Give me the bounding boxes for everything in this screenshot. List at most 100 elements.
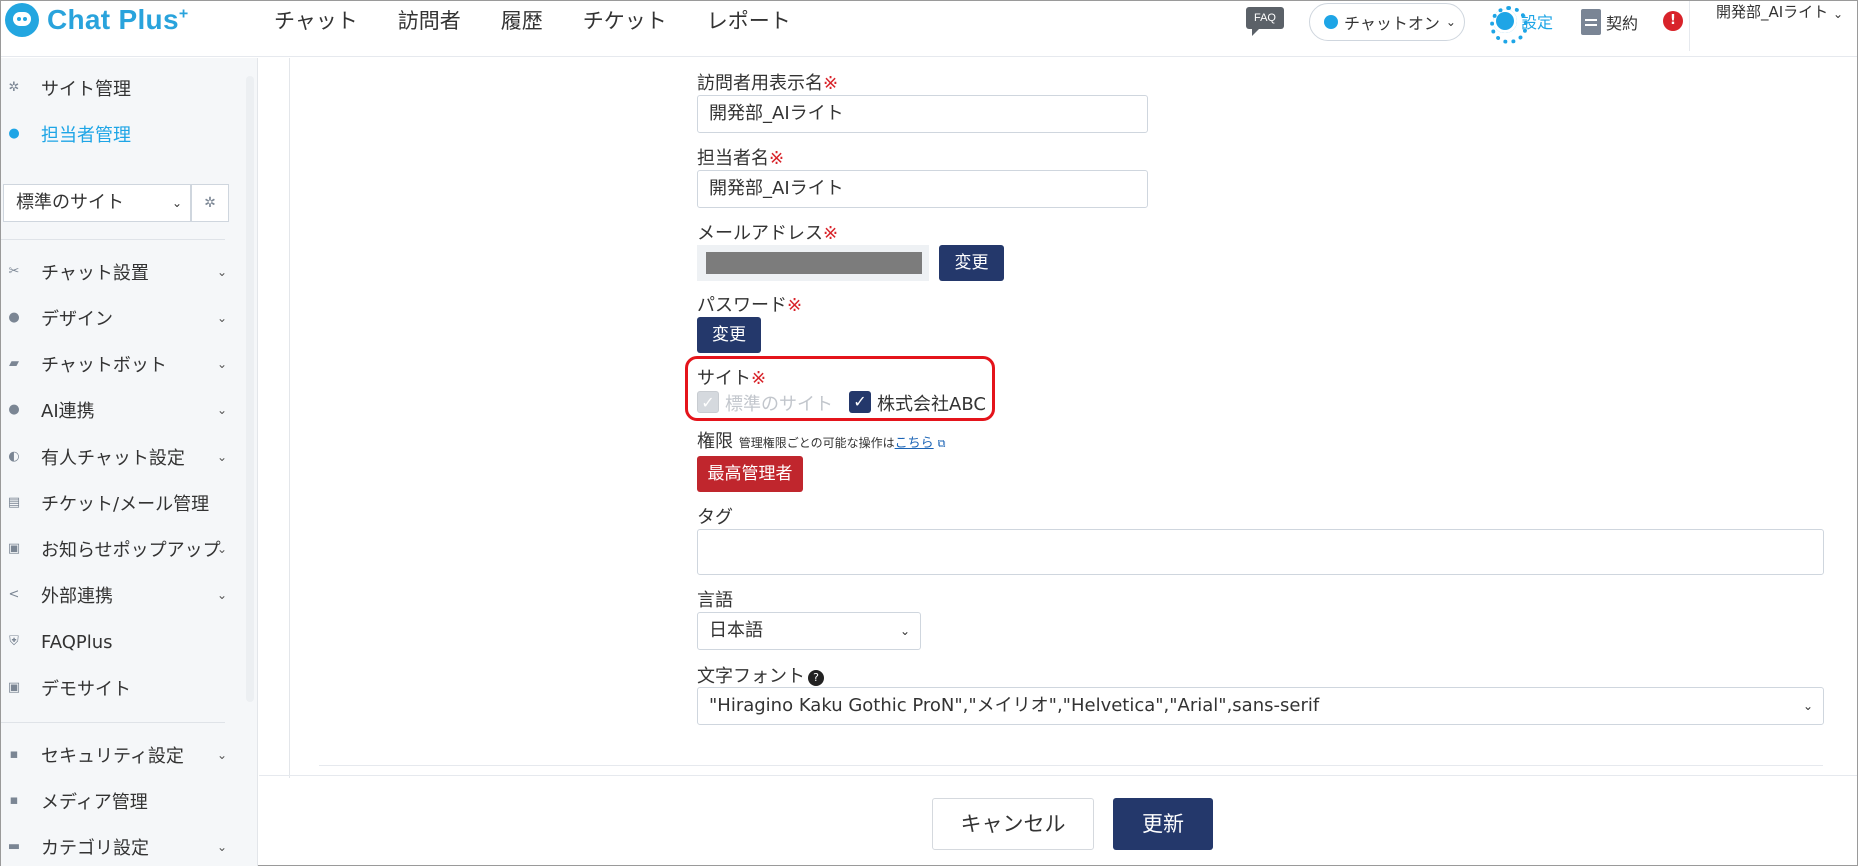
site-select[interactable]: 標準のサイト ⌄ [3,184,191,222]
sidebar-item-label: デザイン [41,309,113,330]
chevron-down-icon: ⌄ [1445,15,1456,29]
required-mark: ※ [823,223,839,244]
sidebar-item-security[interactable]: ▪ セキュリティ設定 ⌄ [1,735,237,775]
chevron-down-icon: ⌄ [216,542,227,556]
permission-label-text: 権限 [697,431,733,452]
lock-icon: ▪ [9,747,19,762]
faq-icon[interactable]: FAQ [1246,7,1284,36]
chat-status-dropdown[interactable]: チャットオン ⌄ [1309,3,1465,41]
contract-link[interactable]: 契約 [1581,9,1638,35]
headset-icon: ◐ [8,449,20,464]
sidebar-item-label: カテゴリ設定 [41,838,149,859]
chat-plus-logo[interactable]: Chat Plus+ [5,3,189,37]
email-change-button[interactable]: 変更 [939,245,1004,281]
user-name: 開発部_AIライト [1716,3,1829,21]
sidebar-item-label: 担当者管理 [41,125,131,146]
chevron-down-icon: ⌄ [216,840,227,854]
permission-note: 管理権限ごとの可能な操作は [738,436,895,450]
sidebar-item-label: FAQPlus [41,631,113,653]
chevron-down-icon: ⌄ [171,196,182,210]
required-mark: ※ [823,73,839,94]
sidebar-item-demo-site[interactable]: ▣ デモサイト [1,668,237,708]
ai-icon: ● [8,402,20,417]
cancel-button[interactable]: キャンセル [932,798,1094,850]
agent-name-label-text: 担当者名 [697,148,769,169]
nav-chat[interactable]: チャット [274,5,358,37]
agent-name-input[interactable]: 開発部_AIライト [697,170,1148,208]
tag-input[interactable] [697,529,1824,575]
popup-icon: ▣ [7,541,21,556]
sidebar-scrollbar[interactable] [246,76,254,702]
visitor-name-label-text: 訪問者用表示名 [697,73,823,94]
visitor-name-input[interactable]: 開発部_AIライト [697,95,1148,133]
permission-label: 権限 管理権限ごとの可能な操作はこちら ⧉ [697,427,946,453]
nav-visitors[interactable]: 訪問者 [398,5,461,37]
chevron-down-icon: ⌄ [1802,699,1813,713]
gear-icon [1490,6,1528,44]
update-button[interactable]: 更新 [1113,798,1213,850]
language-select[interactable]: 日本語 ⌄ [697,612,921,650]
sidebar-item-label: メディア管理 [41,792,148,813]
chevron-down-icon: ⌄ [216,588,227,602]
chevron-down-icon: ⌄ [216,450,227,464]
list-icon: ▤ [7,495,21,510]
sidebar-item-agent-management[interactable]: ● 担当者管理 [1,114,237,154]
sidebar-item-ticket-mail[interactable]: ▤ チケット/メール管理 [1,483,237,523]
site-label: サイト※ [697,364,766,390]
site-settings-button[interactable]: ✲ [191,184,229,222]
sidebar-divider [1,722,225,723]
sidebar: ✲ サイト管理 ● 担当者管理 標準のサイト ⌄ ✲ ✂ チャット設置 ⌄ ● … [1,58,258,866]
folder-icon: ▬ [7,839,21,854]
email-masked-field [697,245,929,281]
password-change-button[interactable]: 変更 [697,317,761,353]
sidebar-item-live-chat[interactable]: ◐ 有人チャット設定 ⌄ [1,437,237,477]
permission-link[interactable]: こちら [895,436,934,451]
abc-company-label: 株式会社ABC [877,394,986,415]
contract-label: 契約 [1606,14,1639,33]
sidebar-item-integration[interactable]: < 外部連携 ⌄ [1,575,237,615]
sidebar-item-label: AI連携 [41,401,95,422]
sidebar-item-chat-install[interactable]: ✂ チャット設置 ⌄ [1,252,237,292]
user-menu[interactable]: 開発部_AIライト ⌄ [1689,1,1857,51]
sidebar-item-category[interactable]: ▬ カテゴリ設定 ⌄ [1,827,237,866]
sidebar-item-design[interactable]: ● デザイン ⌄ [1,298,237,338]
top-header: Chat Plus+ チャット 訪問者 履歴 チケット レポート FAQ チャッ… [1,1,1857,57]
help-icon[interactable]: ? [808,670,824,686]
sidebar-item-label: チケット/メール管理 [41,494,210,515]
standard-site-checkbox[interactable]: ✓ [697,391,719,413]
share-icon: < [8,587,20,602]
gear-icon: ✲ [204,195,216,211]
password-label-text: パスワード [697,295,787,316]
password-label: パスワード※ [697,291,802,317]
sidebar-item-chatbot[interactable]: ▰ チャットボット ⌄ [1,344,237,384]
sidebar-item-site-management[interactable]: ✲ サイト管理 [1,68,237,108]
external-link-icon: ⧉ [937,437,946,450]
font-select[interactable]: "Hiragino Kaku Gothic ProN","メイリオ","Helv… [697,687,1824,725]
nav-tickets[interactable]: チケット [583,5,667,37]
sidebar-item-label: サイト管理 [41,79,131,100]
alert-icon[interactable]: ! [1663,11,1683,31]
sidebar-item-label: お知らせポップアップ [41,540,221,561]
font-label-text: 文字フォント [697,666,805,687]
required-mark: ※ [787,295,803,316]
sidebar-item-media[interactable]: ▪ メディア管理 [1,781,237,821]
tag-label: タグ [697,507,733,528]
gear-icon: ✲ [8,80,20,95]
sidebar-item-popup[interactable]: ▣ お知らせポップアップ ⌄ [1,529,237,569]
chevron-down-icon: ⌄ [899,624,910,638]
settings-link[interactable]: 設定 [1490,6,1553,44]
email-label: メールアドレス※ [697,219,838,245]
agent-name-label: 担当者名※ [697,144,784,170]
sidebar-item-ai[interactable]: ● AI連携 ⌄ [1,390,237,430]
sidebar-item-label: セキュリティ設定 [41,746,184,767]
nav-history[interactable]: 履歴 [501,5,543,37]
form-divider [319,765,1823,766]
visitor-name-label: 訪問者用表示名※ [697,69,838,95]
nav-reports[interactable]: レポート [707,5,791,37]
required-mark: ※ [751,368,767,389]
required-mark: ※ [769,148,785,169]
sidebar-item-faqplus[interactable]: ⛨ FAQPlus [1,622,237,662]
language-label: 言語 [697,590,733,611]
abc-company-checkbox[interactable]: ✓ [849,391,871,413]
sidebar-divider [1,239,225,240]
